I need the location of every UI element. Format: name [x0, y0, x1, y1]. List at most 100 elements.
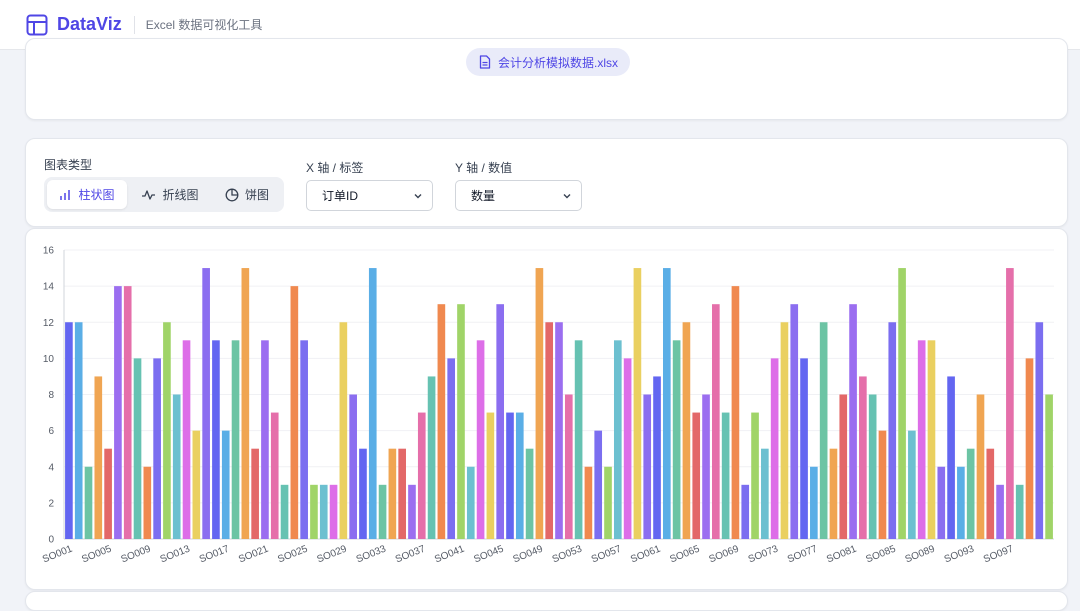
bar[interactable]: [368, 268, 377, 539]
bar[interactable]: [437, 304, 446, 539]
bar[interactable]: [800, 358, 808, 539]
bar[interactable]: [525, 448, 534, 539]
bar[interactable]: [917, 340, 926, 539]
bar[interactable]: [937, 466, 946, 539]
bar[interactable]: [810, 466, 818, 539]
bar[interactable]: [417, 412, 426, 539]
bar[interactable]: [339, 322, 348, 539]
bar[interactable]: [388, 448, 397, 539]
chart-type-bar-button[interactable]: 柱状图: [47, 180, 127, 209]
bar[interactable]: [153, 358, 161, 539]
bar[interactable]: [192, 430, 201, 539]
bar[interactable]: [84, 466, 93, 539]
file-chip[interactable]: 会计分析模拟数据.xlsx: [466, 48, 631, 76]
bar[interactable]: [741, 484, 750, 539]
bar[interactable]: [672, 340, 681, 539]
bar[interactable]: [65, 322, 73, 539]
bar[interactable]: [427, 376, 436, 539]
bar[interactable]: [829, 448, 838, 539]
bar[interactable]: [966, 448, 975, 539]
bar[interactable]: [515, 412, 524, 539]
bar[interactable]: [986, 448, 995, 539]
bar[interactable]: [662, 268, 671, 539]
bar[interactable]: [859, 376, 867, 539]
bar[interactable]: [349, 394, 357, 540]
bar[interactable]: [280, 484, 289, 539]
bar[interactable]: [241, 268, 250, 539]
bar[interactable]: [172, 394, 181, 540]
x-axis-select[interactable]: 订单ID: [306, 180, 433, 211]
bar[interactable]: [319, 484, 328, 539]
bar[interactable]: [251, 448, 259, 539]
bar[interactable]: [594, 430, 603, 539]
bar[interactable]: [202, 268, 210, 539]
bar[interactable]: [555, 322, 563, 539]
bar[interactable]: [1025, 358, 1034, 539]
bar[interactable]: [702, 394, 710, 540]
bar[interactable]: [457, 304, 465, 539]
bar[interactable]: [574, 340, 583, 539]
bar[interactable]: [486, 412, 495, 539]
bar[interactable]: [584, 466, 593, 539]
bar[interactable]: [94, 376, 103, 539]
bar[interactable]: [535, 268, 544, 539]
bar[interactable]: [398, 448, 406, 539]
bar[interactable]: [927, 340, 936, 539]
bar[interactable]: [604, 466, 612, 539]
bar[interactable]: [123, 286, 132, 539]
bar[interactable]: [182, 340, 191, 539]
bar[interactable]: [613, 340, 622, 539]
bar[interactable]: [908, 430, 916, 539]
bar[interactable]: [751, 412, 759, 539]
bar[interactable]: [74, 322, 83, 539]
bar[interactable]: [888, 322, 897, 539]
bar[interactable]: [878, 430, 887, 539]
bar[interactable]: [163, 322, 171, 539]
bar[interactable]: [623, 358, 632, 539]
bar[interactable]: [1035, 322, 1044, 539]
bar[interactable]: [545, 322, 554, 539]
bar[interactable]: [329, 484, 338, 539]
bar[interactable]: [770, 358, 779, 539]
bar[interactable]: [270, 412, 279, 539]
bar[interactable]: [868, 394, 877, 540]
bar[interactable]: [261, 340, 269, 539]
bar[interactable]: [133, 358, 142, 539]
bar[interactable]: [721, 412, 730, 539]
bar[interactable]: [682, 322, 691, 539]
bar[interactable]: [466, 466, 475, 539]
bar[interactable]: [300, 340, 308, 539]
bar[interactable]: [476, 340, 485, 539]
bar[interactable]: [653, 376, 661, 539]
bar[interactable]: [643, 394, 652, 540]
bar[interactable]: [212, 340, 220, 539]
y-axis-select[interactable]: 数量: [455, 180, 582, 211]
bar[interactable]: [506, 412, 514, 539]
bar[interactable]: [790, 304, 799, 539]
bar[interactable]: [143, 466, 152, 539]
bar[interactable]: [898, 268, 906, 539]
bar[interactable]: [1045, 394, 1053, 540]
bar[interactable]: [310, 484, 318, 539]
bar[interactable]: [839, 394, 848, 540]
bar[interactable]: [849, 304, 857, 539]
bar[interactable]: [957, 466, 965, 539]
bar[interactable]: [712, 304, 720, 539]
bar[interactable]: [408, 484, 416, 539]
bar[interactable]: [104, 448, 112, 539]
bar[interactable]: [780, 322, 789, 539]
bar[interactable]: [976, 394, 985, 540]
bar[interactable]: [692, 412, 701, 539]
bar[interactable]: [1006, 268, 1014, 539]
bar[interactable]: [231, 340, 240, 539]
bar[interactable]: [290, 286, 299, 539]
chart-type-line-button[interactable]: 折线图: [127, 180, 213, 209]
bar[interactable]: [996, 484, 1004, 539]
bar[interactable]: [359, 448, 367, 539]
bar[interactable]: [761, 448, 769, 539]
bar[interactable]: [496, 304, 505, 539]
bar[interactable]: [819, 322, 828, 539]
bar[interactable]: [447, 358, 456, 539]
bar[interactable]: [731, 286, 740, 539]
bar[interactable]: [221, 430, 230, 539]
